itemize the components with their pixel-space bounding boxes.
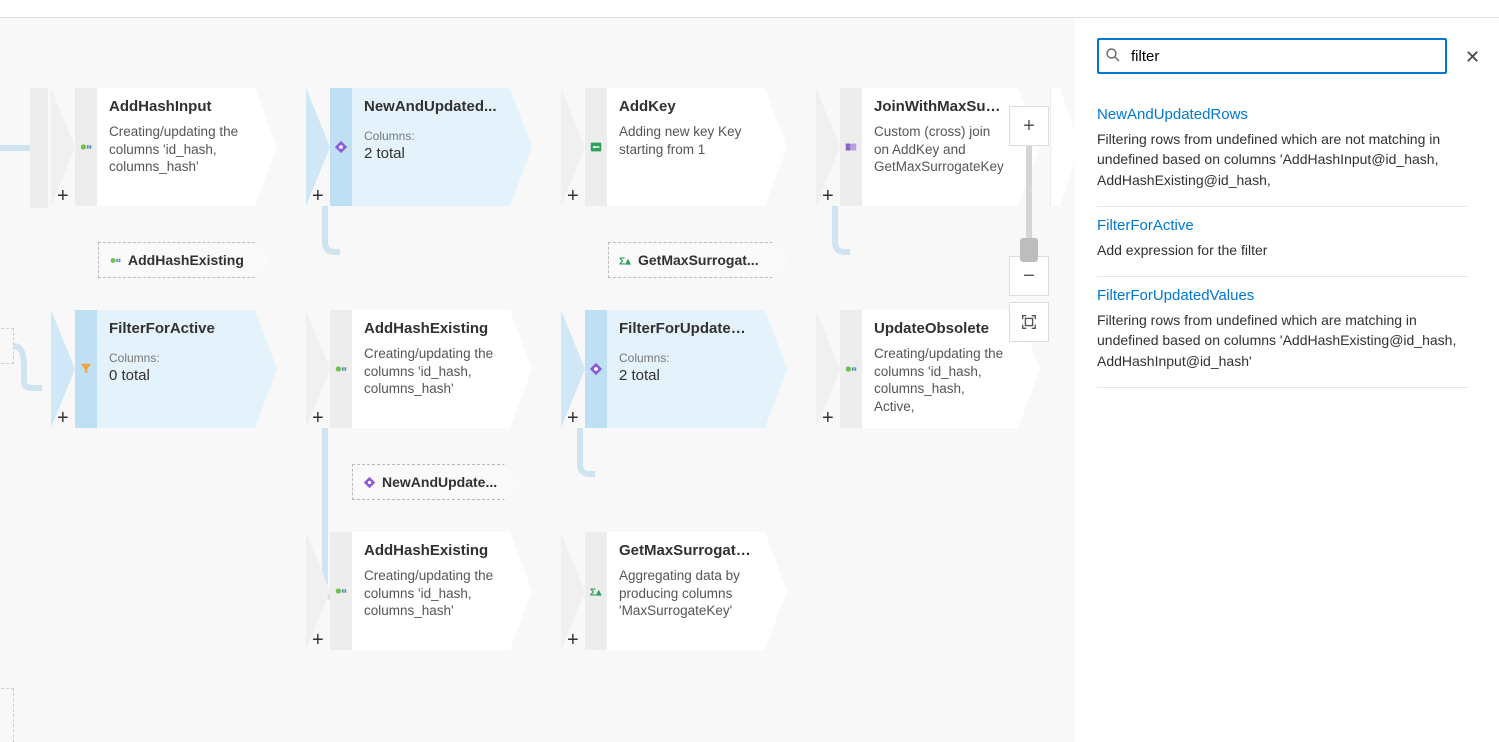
zoom-in-button[interactable]: + xyxy=(1009,106,1049,146)
derive-icon xyxy=(330,532,352,650)
search-result[interactable]: FilterForActive Add expression for the f… xyxy=(1097,207,1467,277)
add-step-button[interactable]: + xyxy=(567,407,579,430)
result-desc: Add expression for the filter xyxy=(1097,240,1467,260)
node-fragment xyxy=(30,88,48,208)
exists-icon xyxy=(330,88,352,206)
ref-getmaxsurrogate[interactable]: Σ▴ GetMaxSurrogat... xyxy=(608,242,788,278)
derive-icon xyxy=(109,254,122,267)
node-newandupdatedrows[interactable]: NewAndUpdated... Columns: 2 total + xyxy=(330,88,532,206)
add-step-button[interactable]: + xyxy=(822,185,834,208)
search-result[interactable]: FilterForUpdatedValues Filtering rows fr… xyxy=(1097,277,1467,388)
close-icon[interactable]: ✕ xyxy=(1465,47,1480,68)
result-desc: Filtering rows from undefined which are … xyxy=(1097,310,1467,371)
result-title: FilterForActive xyxy=(1097,217,1467,234)
zoom-thumb[interactable] xyxy=(1020,238,1038,262)
exists-icon xyxy=(363,476,376,489)
node-addhashexisting-2[interactable]: AddHashExisting Creating/updating the co… xyxy=(330,532,532,650)
node-getmaxsurrogate[interactable]: Σ▴ GetMaxSurrogate... Aggregating data b… xyxy=(585,532,787,650)
result-desc: Filtering rows from undefined which are … xyxy=(1097,129,1467,190)
add-step-button[interactable]: + xyxy=(57,407,69,430)
result-title: FilterForUpdatedValues xyxy=(1097,287,1467,304)
zoom-out-button[interactable]: − xyxy=(1009,256,1049,296)
node-addkey[interactable]: AddKey Adding new key Key starting from … xyxy=(585,88,787,206)
zoom-slider[interactable] xyxy=(1026,146,1032,256)
svg-text:Σ▴: Σ▴ xyxy=(619,255,631,266)
aggregate-icon: Σ▴ xyxy=(585,532,607,650)
node-addhashexisting[interactable]: AddHashExisting Creating/updating the co… xyxy=(330,310,532,428)
add-step-button[interactable]: + xyxy=(567,185,579,208)
zoom-fit-button[interactable] xyxy=(1009,302,1049,342)
ref-fragment xyxy=(0,688,14,742)
ref-fragment xyxy=(0,328,14,364)
svg-text:Σ▴: Σ▴ xyxy=(590,586,602,598)
filter-icon xyxy=(75,310,97,428)
search-panel: ✕ NewAndUpdatedRows Filtering rows from … xyxy=(1075,18,1499,742)
ref-newandupdated[interactable]: NewAndUpdate... xyxy=(352,464,520,500)
add-step-button[interactable]: + xyxy=(312,407,324,430)
exists-icon xyxy=(585,310,607,428)
search-input[interactable] xyxy=(1097,38,1447,74)
derive-icon xyxy=(75,88,97,206)
zoom-control: + − xyxy=(1009,106,1049,342)
flow-canvas[interactable]: AddHashInput Creating/updating the colum… xyxy=(0,18,1075,742)
search-icon xyxy=(1105,47,1121,66)
search-result[interactable]: NewAndUpdatedRows Filtering rows from un… xyxy=(1097,96,1467,207)
add-step-button[interactable]: + xyxy=(567,629,579,652)
node-addhashinput[interactable]: AddHashInput Creating/updating the colum… xyxy=(75,88,277,206)
node-fragment xyxy=(1050,88,1075,206)
result-title: NewAndUpdatedRows xyxy=(1097,106,1467,123)
join-icon xyxy=(840,88,862,206)
derive-icon xyxy=(330,310,352,428)
ref-addhashexisting[interactable]: AddHashExisting xyxy=(98,242,270,278)
add-step-button[interactable]: + xyxy=(822,407,834,430)
add-step-button[interactable]: + xyxy=(312,185,324,208)
aggregate-icon: Σ▴ xyxy=(619,254,632,267)
node-filterforactive[interactable]: FilterForActive Columns: 0 total + xyxy=(75,310,277,428)
add-step-button[interactable]: + xyxy=(57,185,69,208)
derive-icon xyxy=(840,310,862,428)
key-icon xyxy=(585,88,607,206)
node-filterforupdatedvalues[interactable]: FilterForUpdatedV... Columns: 2 total + xyxy=(585,310,787,428)
add-step-button[interactable]: + xyxy=(312,629,324,652)
